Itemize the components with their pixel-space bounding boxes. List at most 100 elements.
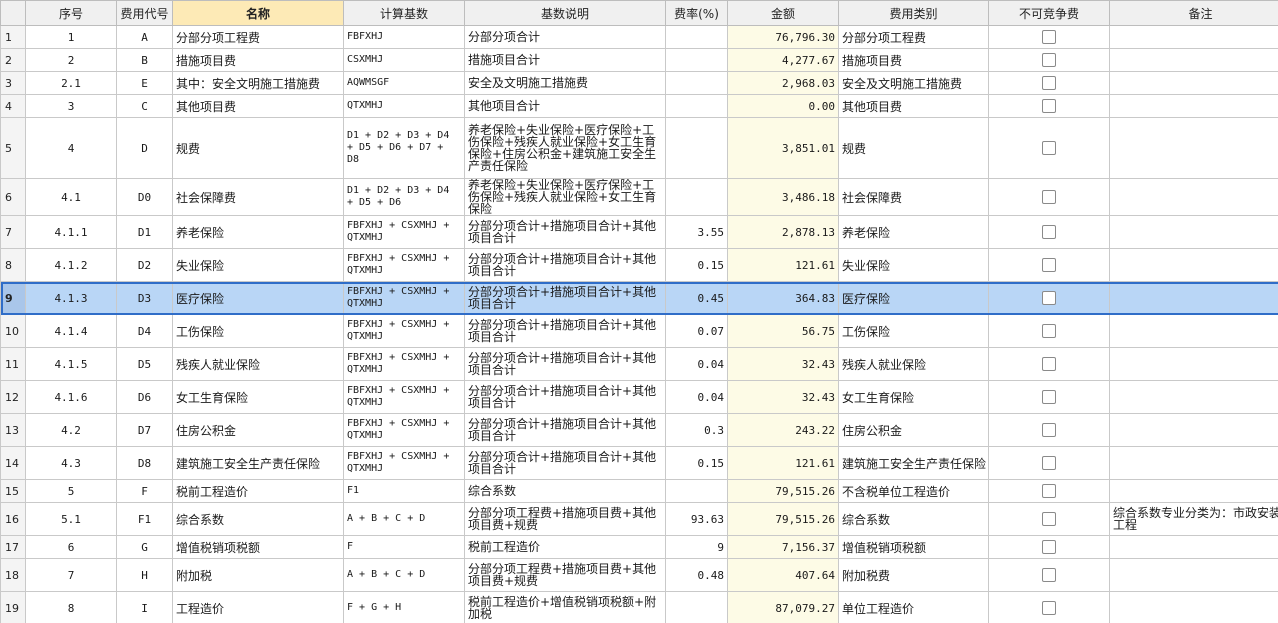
cell-amount[interactable]: 87,079.27: [727, 591, 839, 623]
cell-category[interactable]: 社会保障费: [838, 178, 989, 216]
noncompetitive-checkbox[interactable]: [1042, 141, 1056, 156]
col-header-amount[interactable]: 金额: [727, 0, 839, 26]
cell-amount[interactable]: 2,878.13: [727, 215, 839, 249]
cell-noncompetitive[interactable]: [988, 591, 1110, 623]
cell-noncompetitive[interactable]: [988, 48, 1110, 72]
cell-category[interactable]: 工伤保险: [838, 314, 989, 348]
table-row[interactable]: 13 4.2 D7 住房公积金 FBFXHJ + CSXMHJ + QTXMHJ 分部分项…: [0, 413, 1278, 447]
cell-desc[interactable]: 分部分项合计+措施项目合计+其他项目合计: [464, 248, 666, 282]
cell-rate[interactable]: 0.45: [665, 281, 728, 315]
cell-base[interactable]: AQWMSGF: [343, 71, 465, 95]
cell-category[interactable]: 综合系数: [838, 502, 989, 536]
col-header-name[interactable]: 名称: [172, 0, 344, 26]
cell-base[interactable]: FBFXHJ: [343, 25, 465, 49]
cell-desc[interactable]: 分部分项合计+措施项目合计+其他项目合计: [464, 446, 666, 480]
cell-desc[interactable]: 综合系数: [464, 479, 666, 503]
cell-noncompetitive[interactable]: [988, 281, 1110, 315]
cell-seq[interactable]: 4.1.2: [25, 248, 117, 282]
cell-category[interactable]: 附加税费: [838, 558, 989, 592]
cell-seq[interactable]: 2: [25, 48, 117, 72]
row-number[interactable]: 19: [0, 591, 26, 623]
col-header-noncompetitive[interactable]: 不可竞争费: [988, 0, 1110, 26]
cell-amount[interactable]: 56.75: [727, 314, 839, 348]
cell-base[interactable]: FBFXHJ + CSXMHJ + QTXMHJ: [343, 380, 465, 414]
cell-base[interactable]: A + B + C + D: [343, 558, 465, 592]
cell-seq[interactable]: 5: [25, 479, 117, 503]
cell-base[interactable]: D1 + D2 + D3 + D4 + D5 + D6: [343, 178, 465, 216]
cell-noncompetitive[interactable]: [988, 502, 1110, 536]
cell-code[interactable]: B: [116, 48, 173, 72]
cell-desc[interactable]: 措施项目合计: [464, 48, 666, 72]
cell-rate[interactable]: [665, 94, 728, 118]
cell-amount[interactable]: 7,156.37: [727, 535, 839, 559]
col-header-rate[interactable]: 费率(%): [665, 0, 728, 26]
cell-rate[interactable]: 0.48: [665, 558, 728, 592]
col-header-note[interactable]: 备注: [1109, 0, 1278, 26]
noncompetitive-checkbox[interactable]: [1042, 258, 1056, 273]
cell-amount[interactable]: 364.83: [727, 281, 839, 315]
cell-category[interactable]: 其他项目费: [838, 94, 989, 118]
cell-amount[interactable]: 3,851.01: [727, 117, 839, 179]
cell-code[interactable]: F1: [116, 502, 173, 536]
row-number[interactable]: 5: [0, 117, 26, 179]
cell-note[interactable]: 综合系数专业分类为：市政安装工程: [1109, 502, 1278, 536]
cell-seq[interactable]: 4.3: [25, 446, 117, 480]
cell-name[interactable]: 税前工程造价: [172, 479, 344, 503]
cell-desc[interactable]: 分部分项工程费+措施项目费+其他项目费+规费: [464, 558, 666, 592]
cell-category[interactable]: 措施项目费: [838, 48, 989, 72]
row-number[interactable]: 8: [0, 248, 26, 282]
table-row[interactable]: 8 4.1.2 D2 失业保险 FBFXHJ + CSXMHJ + QTXMHJ 分部分项…: [0, 248, 1278, 282]
cell-amount[interactable]: 121.61: [727, 248, 839, 282]
cell-code[interactable]: D2: [116, 248, 173, 282]
row-number[interactable]: 2: [0, 48, 26, 72]
cell-desc[interactable]: 养老保险+失业保险+医疗保险+工伤保险+残疾人就业保险+女工生育保险: [464, 178, 666, 216]
cell-amount[interactable]: 32.43: [727, 347, 839, 381]
cell-code[interactable]: E: [116, 71, 173, 95]
table-row[interactable]: 5 4 D 规费 D1 + D2 + D3 + D4 + D5 + D6 + D7 + …: [0, 117, 1278, 179]
cell-noncompetitive[interactable]: [988, 479, 1110, 503]
cell-noncompetitive[interactable]: [988, 413, 1110, 447]
cell-desc[interactable]: 养老保险+失业保险+医疗保险+工伤保险+残疾人就业保险+女工生育保险+住房公积金…: [464, 117, 666, 179]
cell-code[interactable]: D8: [116, 446, 173, 480]
cell-seq[interactable]: 7: [25, 558, 117, 592]
cell-name[interactable]: 残疾人就业保险: [172, 347, 344, 381]
cell-code[interactable]: D5: [116, 347, 173, 381]
row-number[interactable]: 12: [0, 380, 26, 414]
cell-name[interactable]: 措施项目费: [172, 48, 344, 72]
noncompetitive-checkbox[interactable]: [1042, 30, 1056, 45]
cell-category[interactable]: 不含税单位工程造价: [838, 479, 989, 503]
cell-seq[interactable]: 3: [25, 94, 117, 118]
cell-rate[interactable]: 93.63: [665, 502, 728, 536]
cell-code[interactable]: D1: [116, 215, 173, 249]
table-row[interactable]: 1 1 A 分部分项工程费 FBFXHJ 分部分项合计 76,796.30 分部分项工程费: [0, 25, 1278, 49]
cell-code[interactable]: D6: [116, 380, 173, 414]
cell-note[interactable]: [1109, 380, 1278, 414]
cell-code[interactable]: I: [116, 591, 173, 623]
cell-note[interactable]: [1109, 48, 1278, 72]
cell-base[interactable]: FBFXHJ + CSXMHJ + QTXMHJ: [343, 347, 465, 381]
cell-name[interactable]: 综合系数: [172, 502, 344, 536]
cell-name[interactable]: 医疗保险: [172, 281, 344, 315]
cell-note[interactable]: [1109, 479, 1278, 503]
cell-base[interactable]: F: [343, 535, 465, 559]
row-number[interactable]: 6: [0, 178, 26, 216]
table-row[interactable]: 9 4.1.3 D3 医疗保险 FBFXHJ + CSXMHJ + QTXMHJ 分部分项…: [0, 281, 1278, 315]
cell-amount[interactable]: 79,515.26: [727, 479, 839, 503]
cell-base[interactable]: FBFXHJ + CSXMHJ + QTXMHJ: [343, 413, 465, 447]
cell-category[interactable]: 安全及文明施工措施费: [838, 71, 989, 95]
row-number[interactable]: 15: [0, 479, 26, 503]
cell-noncompetitive[interactable]: [988, 347, 1110, 381]
noncompetitive-checkbox[interactable]: [1042, 512, 1056, 527]
cell-desc[interactable]: 安全及文明施工措施费: [464, 71, 666, 95]
row-number[interactable]: 1: [0, 25, 26, 49]
cell-desc[interactable]: 分部分项合计+措施项目合计+其他项目合计: [464, 215, 666, 249]
cell-rate[interactable]: [665, 71, 728, 95]
row-number[interactable]: 17: [0, 535, 26, 559]
cell-base[interactable]: QTXMHJ: [343, 94, 465, 118]
row-number[interactable]: 18: [0, 558, 26, 592]
cell-seq[interactable]: 8: [25, 591, 117, 623]
cell-code[interactable]: H: [116, 558, 173, 592]
cell-desc[interactable]: 其他项目合计: [464, 94, 666, 118]
noncompetitive-checkbox[interactable]: [1042, 225, 1056, 240]
cell-amount[interactable]: 243.22: [727, 413, 839, 447]
